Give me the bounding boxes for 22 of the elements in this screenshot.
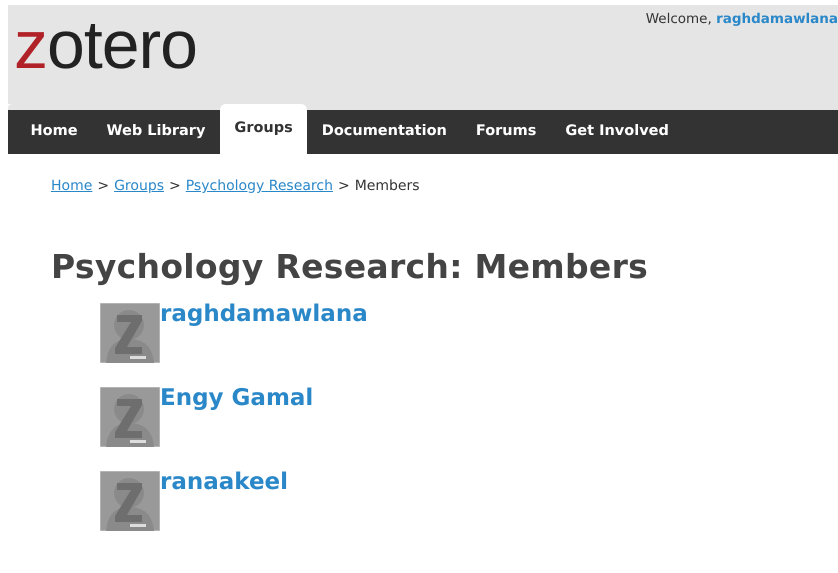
nav-tab[interactable]: Web Library	[92, 110, 220, 154]
nav-tab[interactable]: Forums	[461, 110, 551, 154]
welcome-text: Welcome,	[646, 11, 712, 27]
member-link[interactable]: ranaakeel	[160, 470, 288, 495]
breadcrumb-current: Members	[354, 177, 420, 196]
nav-tab[interactable]: Home	[16, 110, 92, 154]
nav-tab[interactable]: Groups	[220, 104, 308, 154]
nav-tab[interactable]: Get Involved	[550, 110, 684, 154]
avatar-icon	[100, 386, 160, 447]
zotero-logo[interactable]: zotero	[14, 11, 197, 79]
avatar-icon	[100, 302, 160, 363]
breadcrumb-separator: >	[338, 177, 350, 196]
avatar-icon	[100, 470, 160, 531]
breadcrumb-link[interactable]: Groups	[114, 176, 164, 197]
breadcrumb-separator: >	[97, 177, 110, 196]
member-link[interactable]: raghdamawlana	[160, 302, 368, 327]
breadcrumb-separator: >	[169, 177, 181, 196]
member-link[interactable]: Engy Gamal	[160, 386, 314, 411]
breadcrumb-link[interactable]: Psychology Research	[186, 176, 333, 197]
nav-tab[interactable]: Documentation	[307, 110, 462, 154]
page-title: Psychology Research: Members	[51, 247, 650, 287]
breadcrumb-link[interactable]: Home	[51, 176, 92, 197]
